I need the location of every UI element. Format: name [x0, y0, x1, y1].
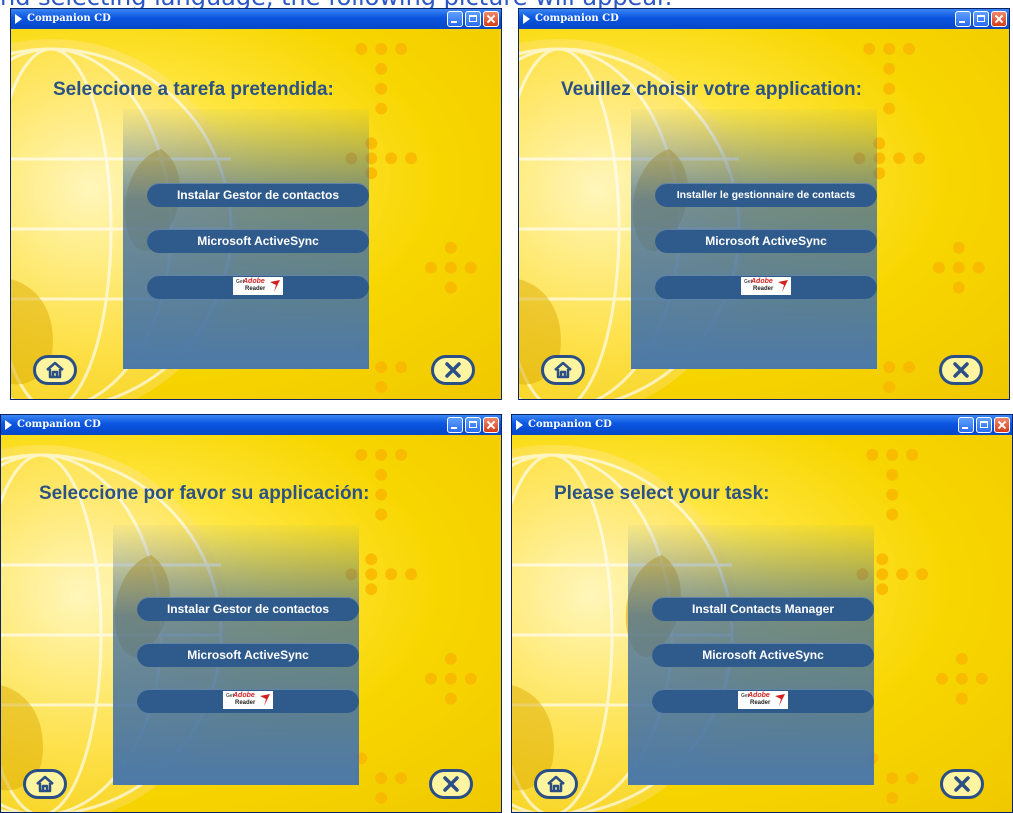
app-play-icon [516, 420, 523, 430]
exit-button[interactable] [431, 355, 475, 385]
menu-panel: Installer le gestionnaire de contacts Mi… [631, 109, 877, 369]
adobe-reader-logo: Get Adobe Reader [738, 691, 788, 710]
adobe-reader-logo: Get Adobe Reader [741, 277, 791, 296]
window-portuguese: Companion CD Seleccione a tarefa pretend… [10, 8, 502, 400]
window-english: Companion CD Please select your task: In… [511, 414, 1013, 813]
maximize-button[interactable] [465, 417, 481, 433]
maximize-button[interactable] [973, 11, 989, 27]
app-play-icon [15, 14, 22, 24]
home-button[interactable] [33, 355, 77, 385]
home-icon [547, 775, 565, 793]
adobe-reader-logo: Get Adobe Reader [223, 691, 273, 710]
title-bar[interactable]: Companion CD [512, 415, 1012, 435]
home-icon [554, 361, 572, 379]
install-contacts-button[interactable]: Install Contacts Manager [652, 597, 874, 621]
activesync-button[interactable]: Microsoft ActiveSync [655, 229, 877, 253]
app-play-icon [523, 14, 530, 24]
page-heading: Veuillez choisir votre application: [561, 79, 862, 100]
page-heading: Seleccione a tarefa pretendida: [53, 79, 334, 100]
maximize-button[interactable] [465, 11, 481, 27]
window-close-button[interactable] [994, 417, 1010, 433]
exit-button[interactable] [429, 769, 473, 799]
adobe-swirl-icon [270, 280, 280, 293]
home-icon [36, 775, 54, 793]
menu-panel: Instalar Gestor de contactos Microsoft A… [123, 109, 369, 369]
maximize-button[interactable] [976, 417, 992, 433]
content-area: Please select your task: Install Contact… [512, 435, 1012, 812]
home-icon [46, 361, 64, 379]
adobe-swirl-icon [775, 694, 785, 707]
install-contacts-button[interactable]: Instalar Gestor de contactos [147, 183, 369, 207]
adobe-reader-button[interactable]: Get Adobe Reader [655, 275, 877, 299]
activesync-button[interactable]: Microsoft ActiveSync [137, 643, 359, 667]
close-x-icon [953, 362, 969, 378]
close-x-icon [445, 362, 461, 378]
adobe-reader-button[interactable]: Get Adobe Reader [147, 275, 369, 299]
window-spanish: Companion CD Seleccione por favor su app… [0, 414, 502, 813]
adobe-reader-logo: Get Adobe Reader [233, 277, 283, 296]
activesync-button[interactable]: Microsoft ActiveSync [652, 643, 874, 667]
content-area: Seleccione a tarefa pretendida: Instalar… [11, 29, 501, 399]
title-bar[interactable]: Companion CD [1, 415, 501, 435]
title-bar[interactable]: Companion CD [519, 9, 1009, 29]
menu-panel: Install Contacts Manager Microsoft Activ… [628, 525, 874, 785]
window-close-button[interactable] [991, 11, 1007, 27]
adobe-reader-button[interactable]: Get Adobe Reader [137, 689, 359, 713]
adobe-swirl-icon [778, 280, 788, 293]
adobe-swirl-icon [260, 694, 270, 707]
minimize-button[interactable] [955, 11, 971, 27]
window-title: Companion CD [528, 419, 612, 430]
window-title: Companion CD [17, 419, 101, 430]
minimize-button[interactable] [447, 417, 463, 433]
close-x-icon [954, 776, 970, 792]
dot-arrows-decoration [856, 448, 988, 805]
minimize-button[interactable] [447, 11, 463, 27]
activesync-button[interactable]: Microsoft ActiveSync [147, 229, 369, 253]
install-contacts-button[interactable]: Instalar Gestor de contactos [137, 597, 359, 621]
title-bar[interactable]: Companion CD [11, 9, 501, 29]
page-heading: Seleccione por favor su applicación: [39, 483, 370, 504]
window-title: Companion CD [27, 13, 111, 24]
app-play-icon [5, 420, 12, 430]
exit-button[interactable] [939, 355, 983, 385]
home-button[interactable] [541, 355, 585, 385]
window-close-button[interactable] [483, 11, 499, 27]
close-x-icon [443, 776, 459, 792]
page-heading: Please select your task: [554, 483, 770, 504]
content-area: Seleccione por favor su applicación: Ins… [1, 435, 501, 812]
content-area: Veuillez choisir votre application: Inst… [519, 29, 1009, 399]
install-contacts-button[interactable]: Installer le gestionnaire de contacts [655, 183, 877, 207]
window-french: Companion CD Veuillez choisir votre appl… [518, 8, 1010, 400]
adobe-reader-button[interactable]: Get Adobe Reader [652, 689, 874, 713]
menu-panel: Instalar Gestor de contactos Microsoft A… [113, 525, 359, 785]
minimize-button[interactable] [958, 417, 974, 433]
exit-button[interactable] [940, 769, 984, 799]
home-button[interactable] [534, 769, 578, 799]
home-button[interactable] [23, 769, 67, 799]
window-title: Companion CD [535, 13, 619, 24]
window-close-button[interactable] [483, 417, 499, 433]
